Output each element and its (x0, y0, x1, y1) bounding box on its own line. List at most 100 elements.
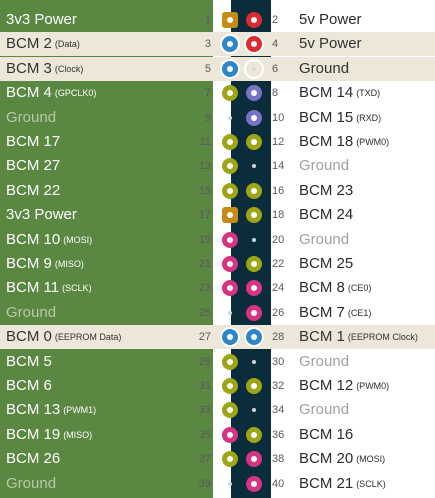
pin-25-icon[interactable] (222, 305, 238, 321)
right-pin-name: BCM 14 (299, 84, 354, 102)
pin-38-icon[interactable] (246, 451, 262, 468)
right-pin-label: BCM 16 (299, 423, 353, 447)
right-pin-function: (MOSI) (356, 454, 386, 465)
right-pin-label: BCM 25 (299, 252, 353, 276)
pin-4-icon[interactable] (246, 36, 262, 53)
pin-40-icon[interactable] (246, 475, 262, 492)
right-pin-number: 2 (272, 14, 279, 26)
pin-hole-icon (251, 41, 257, 48)
pin-31-icon[interactable] (222, 378, 238, 394)
right-pin-number: 16 (272, 184, 285, 197)
right-pin-name: BCM 16 (299, 425, 354, 443)
gpio-pinout-diagram: 3v3 Power 1 2 5v Power BCM 2 (Data) 3 4 5v Power… (0, 0, 435, 498)
right-pin-name: BCM 15 (299, 108, 354, 126)
pin-23-icon[interactable] (222, 280, 238, 297)
pin-13-icon[interactable] (222, 158, 238, 175)
pin-24-icon[interactable] (246, 280, 262, 297)
pin-row[interactable]: BCM 27 13 14 Ground (0, 154, 435, 178)
pin-row[interactable]: Ground 39 40 BCM 21 (SCLK) (0, 472, 435, 496)
pin-11-icon[interactable] (222, 134, 238, 150)
pin-hole-icon (251, 261, 257, 267)
pin-37-icon[interactable] (222, 451, 238, 468)
pin-row[interactable]: BCM 9 (MISO) 21 22 BCM 25 (0, 252, 435, 276)
pin-row[interactable]: 3v3 Power 1 2 5v Power (0, 8, 435, 32)
pin-row[interactable]: 3v3 Power 17 18 BCM 24 (0, 203, 435, 227)
pin-12-icon[interactable] (246, 134, 262, 150)
right-pin-number: 12 (272, 136, 285, 148)
pin-22-icon[interactable] (246, 256, 262, 272)
pin-row[interactable]: BCM 3 (Clock) 5 6 Ground (0, 56, 435, 81)
pin-2-icon[interactable] (246, 12, 262, 28)
pin-hole-icon (227, 285, 233, 292)
pin-row[interactable]: BCM 11 (SCLK) 23 24 BCM 8 (CE0) (0, 276, 435, 300)
pin-hole-icon (227, 456, 233, 463)
left-pin-name: BCM 17 (6, 133, 61, 150)
right-pin-name: BCM 7 (299, 303, 345, 321)
pin-row[interactable]: BCM 17 11 12 BCM 18 (PWM0) (0, 130, 435, 154)
pin-row[interactable]: BCM 10 (MOSI) 19 20 Ground (0, 228, 435, 252)
pin-5-icon[interactable] (222, 60, 238, 77)
pin-8-icon[interactable] (246, 85, 262, 102)
pin-26-icon[interactable] (246, 304, 262, 321)
right-pin-label: BCM 7 (CE1) (299, 301, 371, 325)
pin-row[interactable]: BCM 26 37 38 BCM 20 (MOSI) (0, 447, 435, 471)
pin-row[interactable]: BCM 13 (PWM1) 33 34 Ground (0, 398, 435, 422)
pin-row[interactable]: BCM 19 (MISO) 35 36 BCM 16 (0, 423, 435, 447)
right-pin-function: (CE1) (347, 307, 372, 318)
pin-10-icon[interactable] (246, 109, 262, 126)
right-pin-label: BCM 12 (PWM0) (299, 374, 389, 398)
pin-row[interactable]: Ground 9 10 BCM 15 (RXD) (0, 106, 435, 130)
left-pin-name: BCM 10 (6, 230, 61, 248)
pin-7-icon[interactable] (222, 85, 238, 102)
pin-9-icon[interactable] (222, 110, 238, 126)
pin-row[interactable]: BCM 5 29 30 Ground (0, 350, 435, 374)
pin-29-icon[interactable] (222, 353, 238, 370)
pin-1-icon[interactable] (222, 12, 238, 28)
right-pin-name: Ground (299, 352, 350, 370)
pin-34-icon[interactable] (246, 402, 262, 418)
pin-27-icon[interactable] (222, 329, 238, 346)
right-pin-label: Ground (299, 57, 349, 81)
pin-33-icon[interactable] (222, 402, 238, 419)
right-pin-name: BCM 24 (299, 206, 354, 224)
pin-hole-icon (227, 41, 233, 48)
pin-16-icon[interactable] (246, 182, 262, 199)
pin-15-icon[interactable] (222, 182, 238, 199)
pin-hole-icon (252, 66, 256, 71)
left-pin-function: (MISO) (54, 259, 84, 270)
left-pin-name: 3v3 Power (6, 11, 77, 28)
pin-32-icon[interactable] (246, 378, 262, 394)
pin-14-icon[interactable] (246, 158, 262, 174)
pin-20-icon[interactable] (246, 232, 262, 248)
pin-6-icon[interactable] (246, 61, 262, 77)
pin-36-icon[interactable] (246, 426, 262, 443)
pin-21-icon[interactable] (222, 256, 238, 272)
left-pin-label: BCM 5 (6, 350, 52, 374)
pin-row[interactable]: Ground 25 26 BCM 7 (CE1) (0, 301, 435, 325)
pin-row[interactable]: BCM 6 31 32 BCM 12 (PWM0) (0, 374, 435, 398)
right-pin-name: BCM 1 (299, 328, 345, 346)
pin-row[interactable]: BCM 22 15 16 BCM 23 (0, 179, 435, 203)
pin-3-icon[interactable] (222, 36, 238, 53)
left-pin-number: 17 (198, 209, 211, 222)
pin-hole-icon (252, 359, 256, 364)
pin-row[interactable]: BCM 4 (GPCLK0) 7 8 BCM 14 (TXD) (0, 81, 435, 105)
pin-28-icon[interactable] (246, 329, 262, 346)
pin-18-icon[interactable] (246, 207, 262, 224)
pin-hole-icon (251, 285, 257, 292)
left-pin-name: BCM 6 (6, 377, 52, 394)
right-pin-number: 32 (272, 380, 285, 392)
pin-hole-icon (227, 17, 233, 23)
pin-row[interactable]: BCM 2 (Data) 3 4 5v Power (0, 32, 435, 57)
pin-30-icon[interactable] (246, 354, 262, 370)
right-pin-label: 5v Power (299, 32, 362, 56)
pin-row[interactable]: BCM 0 (EEPROM Data) 27 28 BCM 1 (EEPROM Clock… (0, 325, 435, 350)
right-pin-label: BCM 21 (SCLK) (299, 472, 386, 496)
pin-35-icon[interactable] (222, 426, 238, 443)
pin-19-icon[interactable] (222, 231, 238, 248)
pin-hole-icon (251, 212, 257, 219)
pin-17-icon[interactable] (222, 207, 238, 224)
pin-hole-icon (251, 431, 257, 438)
pin-39-icon[interactable] (222, 476, 238, 492)
right-pin-number: 26 (272, 306, 285, 319)
